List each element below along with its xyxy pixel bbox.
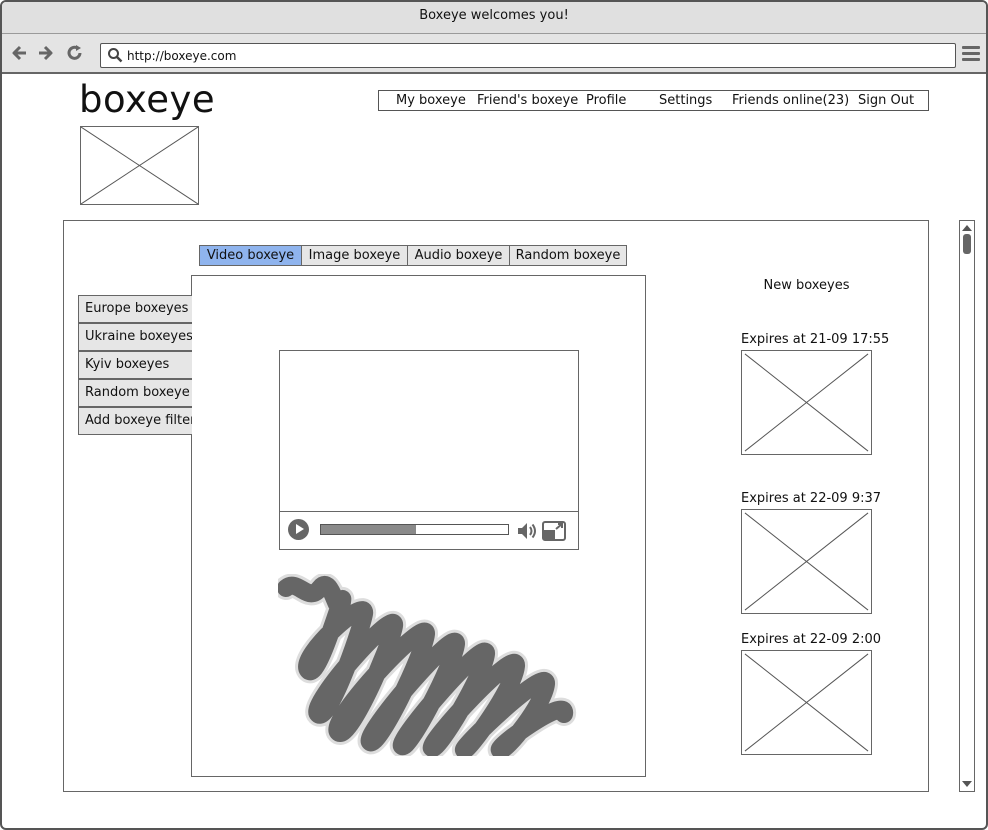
fullscreen-icon[interactable]: [542, 521, 566, 545]
search-icon: [107, 47, 123, 67]
window-title-bar: Boxeye welcomes you!: [2, 2, 986, 34]
new-boxeyes-title: New boxeyes: [763, 278, 850, 293]
scroll-up-icon[interactable]: [962, 225, 972, 231]
nav-sign-out[interactable]: Sign Out: [858, 92, 914, 110]
reload-button[interactable]: [65, 43, 85, 63]
scribble-placeholder: [278, 574, 576, 756]
arrow-right-icon: [39, 45, 53, 61]
video-progress-fill: [321, 525, 417, 534]
site-logo[interactable]: boxeye: [79, 78, 215, 122]
new-boxeye-thumbnail[interactable]: [741, 509, 872, 614]
tab-video-boxeye[interactable]: Video boxeye: [199, 245, 302, 266]
sidebar-item-ukraine[interactable]: Ukraine boxeyes: [78, 323, 192, 351]
boxeye-expiry-label: Expires at 22-09 2:00: [741, 632, 882, 647]
boxeye-expiry-label: Expires at 22-09 9:37: [741, 491, 882, 506]
nav-friends-boxeye[interactable]: Friend's boxeye: [477, 92, 578, 110]
browser-toolbar: [2, 34, 986, 74]
reload-icon: [67, 45, 82, 60]
scroll-thumb[interactable]: [963, 234, 971, 254]
nav-settings[interactable]: Settings: [659, 92, 712, 110]
browser-window: Boxeye welcomes you! boxeye My boxeye Fr…: [0, 0, 988, 830]
tab-random-boxeye[interactable]: Random boxeye: [509, 245, 627, 266]
back-button[interactable]: [10, 43, 30, 63]
new-boxeye-thumbnail[interactable]: [741, 650, 872, 755]
video-controls: [280, 511, 578, 549]
window-title: Boxeye welcomes you!: [419, 8, 569, 23]
logo-image-placeholder: [80, 126, 199, 205]
sidebar-item-add-filter[interactable]: Add boxeye filter...: [78, 407, 192, 435]
hamburger-menu-icon[interactable]: [962, 46, 980, 62]
arrow-left-icon: [12, 45, 26, 61]
nav-profile[interactable]: Profile: [586, 92, 626, 110]
nav-my-boxeye[interactable]: My boxeye: [396, 92, 466, 110]
sidebar-item-europe[interactable]: Europe boxeyes: [78, 295, 192, 323]
forward-button[interactable]: [35, 43, 55, 63]
sidebar-item-kyiv[interactable]: Kyiv boxeyes: [78, 351, 192, 379]
video-player[interactable]: [279, 350, 579, 550]
scroll-down-icon[interactable]: [962, 781, 972, 787]
play-icon[interactable]: [288, 519, 309, 540]
new-boxeye-thumbnail[interactable]: [741, 350, 872, 455]
nav-friends-online[interactable]: Friends online(23): [732, 92, 849, 110]
top-navigation: My boxeye Friend's boxeye Profile Settin…: [378, 90, 929, 111]
volume-icon[interactable]: [516, 521, 538, 545]
address-bar[interactable]: [100, 43, 956, 68]
video-progress-bar[interactable]: [320, 524, 509, 535]
sidebar-item-random[interactable]: Random boxeye: [78, 379, 192, 407]
url-input[interactable]: [127, 46, 927, 65]
boxeye-expiry-label: Expires at 21-09 17:55: [741, 332, 890, 347]
vertical-scrollbar[interactable]: [959, 220, 975, 792]
tab-audio-boxeye[interactable]: Audio boxeye: [407, 245, 510, 266]
tab-image-boxeye[interactable]: Image boxeye: [301, 245, 408, 266]
